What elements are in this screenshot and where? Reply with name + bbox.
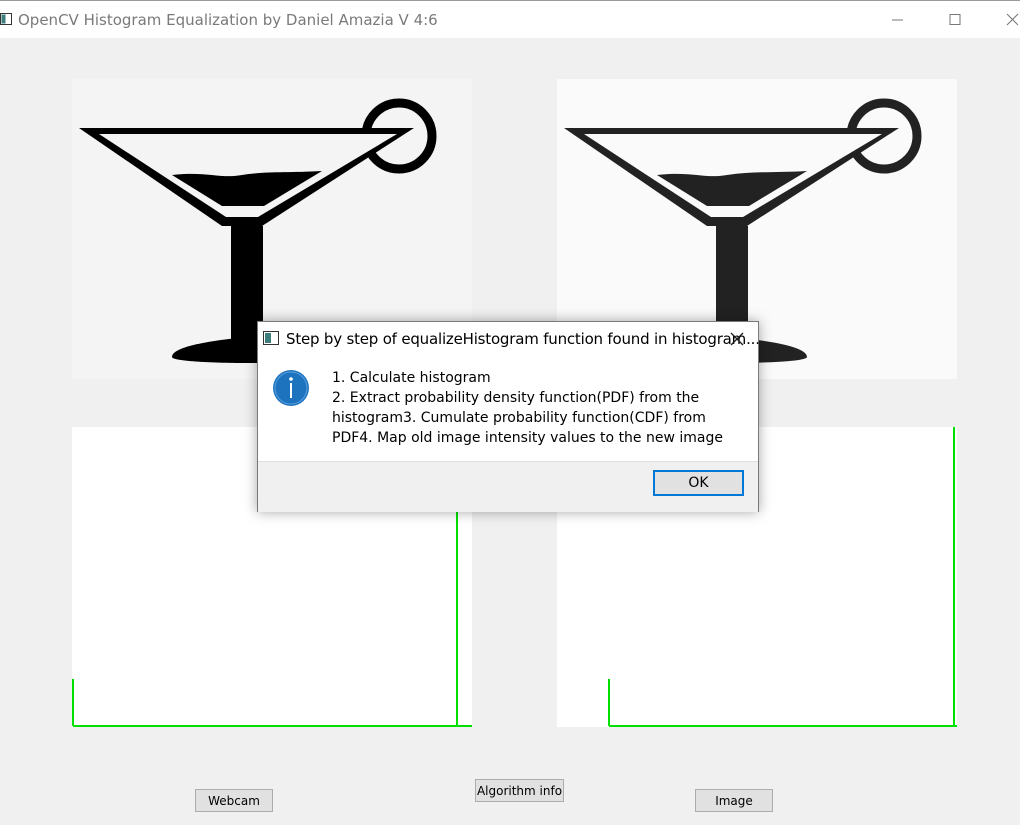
title-bar[interactable]: OpenCV Histogram Equalization by Daniel … [0,0,1020,38]
webcam-button[interactable]: Webcam [195,789,273,812]
maximize-button[interactable] [932,1,978,39]
algorithm-info-dialog: Step by step of equalizeHistogram functi… [257,321,760,512]
maximize-icon [949,14,961,25]
close-icon [1006,13,1019,26]
main-window: OpenCV Histogram Equalization by Daniel … [0,0,1020,825]
dialog-close-icon[interactable] [724,327,750,351]
dialog-title: Step by step of equalizeHistogram functi… [286,330,760,348]
close-button[interactable] [990,1,1020,39]
algorithm-info-button[interactable]: Algorithm info [475,779,564,802]
minimize-button[interactable] [874,1,920,39]
info-icon [273,370,309,406]
app-icon [0,13,12,25]
dialog-app-icon [263,331,279,345]
ok-button[interactable]: OK [653,470,744,496]
image-button[interactable]: Image [695,789,773,812]
window-title: OpenCV Histogram Equalization by Daniel … [18,11,438,29]
dialog-message: 1. Calculate histogram 2. Extract probab… [332,370,723,446]
dialog-title-bar[interactable]: Step by step of equalizeHistogram functi… [258,322,760,355]
minimize-icon [892,19,903,21]
